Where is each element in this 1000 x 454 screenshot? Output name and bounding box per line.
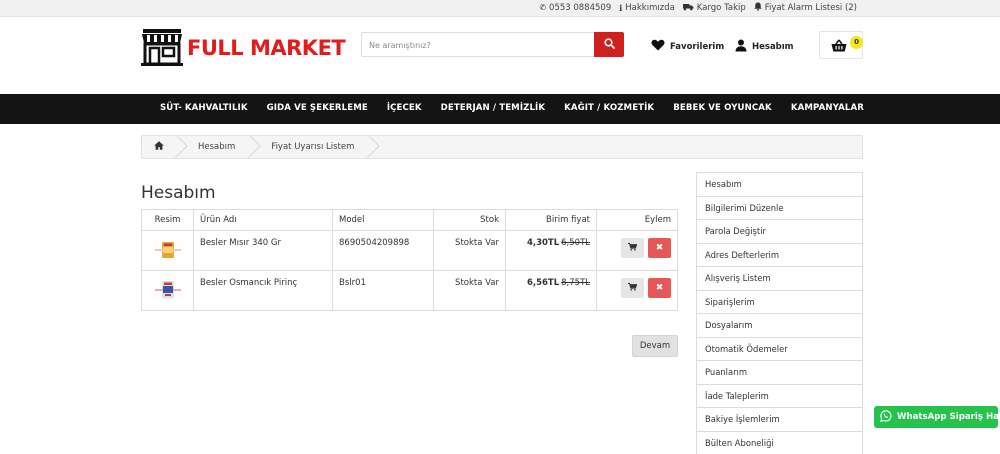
whatsapp-order-button[interactable]: WhatsApp Sipariş Hattı bbox=[874, 406, 1000, 428]
sidebar-item-shopping-list[interactable]: Alışveriş Listem bbox=[697, 267, 862, 291]
breadcrumb-price-alert-list[interactable]: Fiyat Uyarısı Listem bbox=[251, 136, 370, 158]
sidebar-item-returns[interactable]: İade Taleplerim bbox=[697, 385, 862, 408]
sidebar-item-points[interactable]: Puanlarım bbox=[697, 361, 862, 385]
phone-number: 0553 0884509 bbox=[549, 2, 612, 13]
remove-button[interactable]: ✖ bbox=[648, 238, 671, 258]
add-to-cart-button[interactable] bbox=[621, 278, 644, 298]
price-alarm-link[interactable]: Fiyat Alarm Listesi (2) bbox=[754, 2, 857, 13]
price-alarm-label: Fiyat Alarm Listesi (2) bbox=[764, 2, 857, 13]
favorites-link[interactable]: Favorilerim bbox=[651, 39, 724, 54]
breadcrumb-home[interactable] bbox=[142, 136, 178, 158]
account-link[interactable]: Hesabım bbox=[735, 39, 794, 55]
site-logo[interactable]: FULL MARKET bbox=[140, 27, 346, 70]
product-name[interactable]: Besler Mısır 340 Gr bbox=[193, 230, 333, 271]
product-model: 8690504209898 bbox=[332, 230, 434, 271]
shopping-cart-icon bbox=[628, 282, 638, 294]
nav-item-gida-sekerleme[interactable]: GIDA VE ŞEKERLEME bbox=[267, 103, 368, 113]
product-price-cell: 4,30TL 6,50TL bbox=[505, 230, 597, 271]
nav-item-deterjan-temizlik[interactable]: DETERJAN / TEMİZLİK bbox=[441, 103, 545, 113]
whatsapp-label: WhatsApp Sipariş Hattı bbox=[897, 412, 1000, 422]
table-row: Besler Mısır 340 Gr 8690504209898 Stokta… bbox=[141, 230, 678, 271]
tracking-link[interactable]: Kargo Takip bbox=[682, 2, 746, 13]
truck-icon bbox=[682, 3, 694, 13]
product-price: 4,30TL bbox=[526, 238, 560, 248]
continue-button[interactable]: Devam bbox=[632, 335, 678, 357]
price-alert-table: Resim Ürün Adı Model Stok Birim fiyat Ey… bbox=[141, 209, 678, 311]
breadcrumb-account[interactable]: Hesabım bbox=[178, 136, 251, 158]
heart-icon bbox=[651, 39, 665, 54]
cart-count-badge: 0 bbox=[850, 36, 863, 49]
nav-item-sut-kahvaltilik[interactable]: SÜT- KAHVALTILIK bbox=[160, 103, 248, 113]
table-header-row: Resim Ürün Adı Model Stok Birim fiyat Ey… bbox=[141, 209, 678, 231]
product-image-cell bbox=[141, 230, 194, 271]
info-icon: i bbox=[619, 2, 623, 13]
product-image-cell bbox=[141, 270, 194, 311]
nav-item-bebek-oyuncak[interactable]: BEBEK VE OYUNCAK bbox=[673, 103, 772, 113]
product-old-price: 6,50TL bbox=[561, 238, 590, 248]
add-to-cart-button[interactable] bbox=[621, 238, 644, 258]
product-image[interactable] bbox=[153, 239, 183, 261]
home-icon bbox=[154, 141, 164, 153]
col-header-unit-price: Birim fiyat bbox=[505, 209, 597, 231]
product-old-price: 8,75TL bbox=[561, 278, 590, 288]
breadcrumb: Hesabım Fiyat Uyarısı Listem bbox=[141, 135, 863, 159]
close-icon: ✖ bbox=[655, 243, 664, 253]
logo-text: FULL MARKET bbox=[187, 36, 346, 60]
bell-icon bbox=[754, 2, 762, 13]
account-sidebar: Hesabım Bilgilerimi Düzenle Parola Değiş… bbox=[696, 172, 863, 454]
search-input[interactable] bbox=[369, 38, 589, 52]
table-row: Besler Osmancık Pirinç Bslr01 Stokta Var… bbox=[141, 270, 678, 311]
sidebar-item-auto-payments[interactable]: Otomatik Ödemeler bbox=[697, 338, 862, 361]
user-icon bbox=[735, 39, 747, 55]
sidebar-item-address-book[interactable]: Adres Defterlerim bbox=[697, 244, 862, 267]
sidebar-item-edit-info[interactable]: Bilgilerimi Düzenle bbox=[697, 197, 862, 220]
phone-link[interactable]: ✆ 0553 0884509 bbox=[539, 2, 611, 13]
whatsapp-icon bbox=[880, 409, 892, 425]
product-model: Bslr01 bbox=[332, 270, 434, 311]
store-icon bbox=[140, 27, 184, 70]
search-button[interactable] bbox=[594, 32, 624, 57]
main-nav: SÜT- KAHVALTILIK GIDA VE ŞEKERLEME İÇECE… bbox=[0, 94, 1000, 124]
sidebar-item-orders[interactable]: Siparişlerim bbox=[697, 291, 862, 314]
sidebar-item-files[interactable]: Dosyalarım bbox=[697, 314, 862, 338]
product-price-cell: 6,56TL 8,75TL bbox=[505, 270, 597, 311]
col-header-product-name: Ürün Adı bbox=[193, 209, 333, 231]
sidebar-item-account[interactable]: Hesabım bbox=[697, 173, 862, 197]
about-label: Hakkımızda bbox=[625, 2, 675, 13]
product-image[interactable] bbox=[153, 279, 183, 301]
product-name[interactable]: Besler Osmancık Pirinç bbox=[193, 270, 333, 311]
about-link[interactable]: i Hakkımızda bbox=[619, 2, 675, 13]
col-header-stock: Stok bbox=[433, 209, 506, 231]
nav-item-icecek[interactable]: İÇECEK bbox=[387, 103, 422, 113]
col-header-model: Model bbox=[332, 209, 434, 231]
tracking-label: Kargo Takip bbox=[696, 2, 746, 13]
search-box bbox=[361, 32, 624, 57]
sidebar-item-balance[interactable]: Bakiye İşlemlerim bbox=[697, 408, 862, 432]
col-header-action: Eylem bbox=[596, 209, 678, 231]
sidebar-item-change-password[interactable]: Parola Değiştir bbox=[697, 220, 862, 244]
top-bar: ✆ 0553 0884509 i Hakkımızda Kargo Takip … bbox=[0, 0, 1000, 17]
product-action-cell: ✖ bbox=[596, 270, 678, 311]
page-title: Hesabım bbox=[141, 183, 216, 203]
basket-icon bbox=[831, 39, 847, 55]
close-icon: ✖ bbox=[655, 283, 664, 293]
product-action-cell: ✖ bbox=[596, 230, 678, 271]
product-stock: Stokta Var bbox=[433, 230, 506, 271]
shopping-cart-icon bbox=[628, 242, 638, 254]
product-price: 6,56TL bbox=[526, 278, 560, 288]
nav-item-kampanyalar[interactable]: KAMPANYALAR bbox=[791, 103, 864, 113]
cart-button[interactable]: 0 bbox=[819, 31, 863, 59]
col-header-image: Resim bbox=[141, 209, 194, 231]
top-links: ✆ 0553 0884509 i Hakkımızda Kargo Takip … bbox=[539, 2, 857, 13]
product-stock: Stokta Var bbox=[433, 270, 506, 311]
sidebar-item-newsletter[interactable]: Bülten Aboneliği bbox=[697, 432, 862, 454]
remove-button[interactable]: ✖ bbox=[648, 278, 671, 298]
phone-icon: ✆ bbox=[539, 3, 547, 12]
account-label: Hesabım bbox=[752, 42, 794, 52]
search-icon bbox=[603, 37, 615, 52]
nav-item-kagit-kozmetik[interactable]: KAĞIT / KOZMETİK bbox=[564, 103, 654, 113]
favorites-label: Favorilerim bbox=[670, 41, 725, 52]
